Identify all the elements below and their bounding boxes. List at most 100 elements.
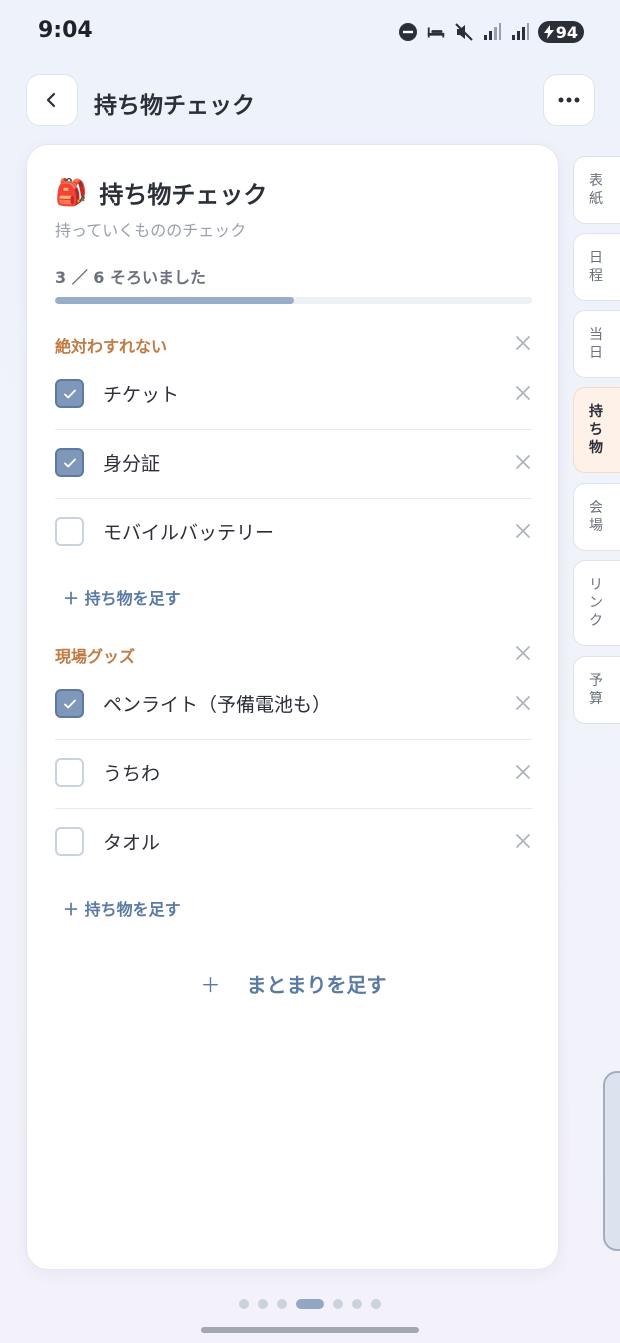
status-bar: 9:04 94 bbox=[0, 0, 620, 64]
card-subtitle: 持っていくもののチェック bbox=[55, 221, 247, 240]
page-dot[interactable] bbox=[277, 1299, 287, 1309]
page-dot[interactable] bbox=[371, 1299, 381, 1309]
item-label: 身分証 bbox=[103, 453, 161, 475]
status-time: 9:04 bbox=[38, 18, 93, 43]
close-icon bbox=[516, 765, 530, 779]
signal-icon bbox=[482, 22, 502, 42]
side-tab-char: 程 bbox=[589, 268, 603, 284]
side-tab-links[interactable]: リンク bbox=[573, 560, 620, 646]
group-header: 絶対わすれない bbox=[55, 329, 532, 359]
side-tab-char: ク bbox=[589, 613, 603, 629]
progress-bar bbox=[55, 297, 532, 304]
side-tab-char: 当 bbox=[589, 327, 603, 343]
backpack-icon: 🎒 bbox=[55, 177, 88, 208]
do-not-disturb-icon bbox=[398, 22, 418, 42]
side-tab-char: 持 bbox=[589, 404, 603, 420]
signal-icon-2 bbox=[510, 22, 530, 42]
bed-icon bbox=[426, 22, 446, 42]
side-tab-char: 予 bbox=[589, 673, 603, 689]
item-checkbox[interactable] bbox=[55, 758, 84, 787]
home-indicator[interactable] bbox=[201, 1327, 419, 1333]
delete-item-button[interactable] bbox=[512, 451, 534, 473]
side-tab-cover[interactable]: 表紙 bbox=[573, 156, 620, 224]
item-label: ペンライト（予備電池も） bbox=[103, 694, 332, 716]
item-checkbox[interactable] bbox=[55, 448, 84, 477]
group-header: 現場グッズ bbox=[55, 639, 532, 669]
page-dot[interactable] bbox=[296, 1299, 324, 1309]
page-dot[interactable] bbox=[239, 1299, 249, 1309]
side-tab-day[interactable]: 当日 bbox=[573, 310, 620, 378]
checklist-item: 身分証 bbox=[55, 430, 532, 499]
delete-item-button[interactable] bbox=[512, 692, 534, 714]
more-dots-icon bbox=[558, 97, 580, 103]
side-tab-belongings[interactable]: 持ち物 bbox=[573, 387, 620, 473]
group-title: 絶対わすれない bbox=[55, 337, 168, 356]
group-title: 現場グッズ bbox=[55, 647, 136, 666]
checklist-item: タオル bbox=[55, 809, 532, 878]
scroll-handle[interactable] bbox=[603, 1071, 620, 1251]
page-dot[interactable] bbox=[333, 1299, 343, 1309]
item-checkbox[interactable] bbox=[55, 827, 84, 856]
close-icon bbox=[516, 646, 530, 660]
checklist-item: うちわ bbox=[55, 740, 532, 809]
side-tab-char: 場 bbox=[589, 518, 603, 534]
close-icon bbox=[516, 524, 530, 538]
card-header: 🎒 持ち物チェック bbox=[55, 175, 267, 210]
checklist-item: チケット bbox=[55, 361, 532, 430]
item-label: タオル bbox=[103, 832, 161, 854]
mute-icon bbox=[454, 22, 474, 42]
item-checkbox[interactable] bbox=[55, 689, 84, 718]
close-icon bbox=[516, 455, 530, 469]
check-icon bbox=[63, 458, 76, 467]
delete-item-button[interactable] bbox=[512, 761, 534, 783]
delete-group-button[interactable] bbox=[512, 642, 534, 664]
delete-group-button[interactable] bbox=[512, 332, 534, 354]
chevron-left-icon bbox=[46, 92, 56, 108]
side-tab-char: ち bbox=[589, 422, 603, 438]
delete-item-button[interactable] bbox=[512, 382, 534, 404]
battery-indicator: 94 bbox=[537, 21, 584, 43]
item-checkbox[interactable] bbox=[55, 379, 84, 408]
add-group-label: まとまりを足す bbox=[246, 973, 387, 997]
delete-item-button[interactable] bbox=[512, 520, 534, 542]
page-indicator bbox=[0, 1299, 620, 1309]
side-tab-venue[interactable]: 会場 bbox=[573, 483, 620, 551]
progress-text: 3 ／ 6 そろいました bbox=[55, 268, 206, 287]
close-icon bbox=[516, 386, 530, 400]
check-icon bbox=[63, 699, 76, 708]
page-dot[interactable] bbox=[258, 1299, 268, 1309]
add-item-button[interactable]: ＋ 持ち物を足す bbox=[63, 585, 181, 609]
side-tab-char: 日 bbox=[589, 250, 603, 266]
item-label: チケット bbox=[103, 384, 180, 406]
item-label: うちわ bbox=[103, 763, 161, 785]
plus-icon: ＋ bbox=[200, 973, 221, 997]
checklist-card: 🎒 持ち物チェック 持っていくもののチェック 3 ／ 6 そろいました 絶対わす… bbox=[26, 144, 559, 1270]
page-dot[interactable] bbox=[352, 1299, 362, 1309]
side-tab-char: ン bbox=[589, 595, 603, 611]
checklist-item: モバイルバッテリー bbox=[55, 499, 532, 568]
item-label: モバイルバッテリー bbox=[103, 522, 275, 544]
item-checkbox[interactable] bbox=[55, 517, 84, 546]
add-group-button[interactable]: ＋ まとまりを足す bbox=[27, 969, 560, 998]
side-tab-char: リ bbox=[589, 577, 603, 593]
delete-item-button[interactable] bbox=[512, 830, 534, 852]
side-tab-char: 紙 bbox=[589, 191, 603, 207]
add-item-button[interactable]: ＋ 持ち物を足す bbox=[63, 896, 181, 920]
close-icon bbox=[516, 696, 530, 710]
side-tab-schedule[interactable]: 日程 bbox=[573, 233, 620, 301]
side-tab-char: 物 bbox=[589, 440, 603, 456]
close-icon bbox=[516, 336, 530, 350]
checklist-item: ペンライト（予備電池も） bbox=[55, 671, 532, 740]
progress-fill bbox=[55, 297, 294, 304]
side-tab-char: 算 bbox=[589, 691, 603, 707]
back-button[interactable] bbox=[26, 74, 78, 126]
side-tab-char: 表 bbox=[589, 173, 603, 189]
battery-level: 94 bbox=[555, 22, 578, 42]
side-tab-char: 会 bbox=[589, 500, 603, 516]
status-icons: 94 bbox=[398, 20, 584, 44]
side-tab-char: 日 bbox=[589, 345, 603, 361]
check-icon bbox=[63, 389, 76, 398]
card-title: 持ち物チェック bbox=[99, 181, 268, 209]
side-tab-budget[interactable]: 予算 bbox=[573, 656, 620, 724]
more-options-button[interactable] bbox=[543, 74, 595, 126]
